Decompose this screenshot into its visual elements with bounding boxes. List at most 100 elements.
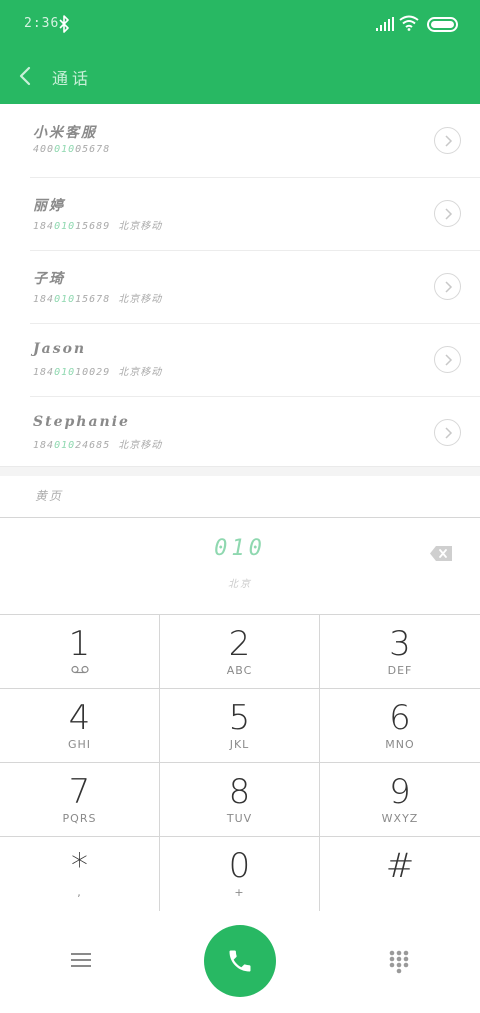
number-location: 北京移动 xyxy=(118,221,163,232)
contact-detail-button[interactable] xyxy=(434,419,461,446)
battery-icon xyxy=(427,17,458,32)
key-2[interactable]: 2 ABC xyxy=(160,615,320,689)
contact-row[interactable]: Jason 18401010029 北京移动 xyxy=(0,323,480,396)
yellow-pages-link[interactable]: 黄页 xyxy=(35,487,63,504)
key-letters: ABC xyxy=(226,664,253,677)
bluetooth-icon xyxy=(59,15,69,33)
number-prefix: 184 xyxy=(33,440,55,451)
key-star[interactable]: *, xyxy=(0,837,160,911)
dialpad: 1 2 ABC 3 DEF 4 GHI 5 JKL 6 MNO 7 PQRS 8 TUV 9 WXYZ *, 0 + # xyxy=(0,614,480,911)
key-digit: # xyxy=(385,846,415,886)
chevron-right-icon xyxy=(445,135,453,147)
contact-list: 小米客服 40001005678 丽婷 18401015689 北京移动 子琦 184010… xyxy=(0,104,480,469)
key-digit: 1 xyxy=(68,624,91,664)
contact-detail-button[interactable] xyxy=(434,127,461,154)
contact-name: Jason xyxy=(33,341,87,357)
section-gap xyxy=(0,466,480,476)
contact-number: 18401015689 北京移动 xyxy=(33,217,162,232)
divider xyxy=(0,517,480,518)
number-location: 北京移动 xyxy=(118,294,163,305)
key-8[interactable]: 8 TUV xyxy=(160,763,320,837)
number-suffix: 15689 xyxy=(75,221,111,232)
key-4[interactable]: 4 GHI xyxy=(0,689,160,763)
contact-name: 小米客服 xyxy=(33,125,97,141)
number-location: 北京移动 xyxy=(118,440,163,451)
key-digit: 8 xyxy=(228,772,251,812)
number-suffix: 15678 xyxy=(75,294,111,305)
key-letters: PQRS xyxy=(62,812,97,825)
contact-name: 丽婷 xyxy=(33,198,65,214)
voicemail-icon xyxy=(0,664,159,677)
key-digit: 6 xyxy=(389,698,411,738)
dialed-number: 010 xyxy=(214,536,266,561)
menu-icon[interactable] xyxy=(71,952,91,968)
key-letters: MNO xyxy=(385,738,415,751)
contact-number: 18401010029 北京移动 xyxy=(33,363,162,378)
key-6[interactable]: 6 MNO xyxy=(320,689,480,763)
back-icon[interactable] xyxy=(16,62,36,90)
key-5[interactable]: 5 JKL xyxy=(160,689,320,763)
backspace-icon[interactable] xyxy=(430,546,452,561)
chevron-right-icon xyxy=(445,281,453,293)
number-match: 010 xyxy=(54,144,76,155)
page-title: 通话 xyxy=(52,69,93,88)
key-9[interactable]: 9 WXYZ xyxy=(320,763,480,837)
number-location: 北京移动 xyxy=(118,367,163,378)
key-0[interactable]: 0 + xyxy=(160,837,320,911)
nav-bar: 通话 xyxy=(0,52,480,102)
key-digit: * xyxy=(71,846,88,886)
number-match: 010 xyxy=(54,367,76,378)
key-letters: TUV xyxy=(226,812,253,825)
number-match: 010 xyxy=(54,440,76,451)
status-bar: 2:36 xyxy=(0,0,480,50)
contact-row[interactable]: 子琦 18401015678 北京移动 xyxy=(0,250,480,323)
contact-number: 18401024685 北京移动 xyxy=(33,436,162,451)
number-suffix: 24685 xyxy=(75,440,111,451)
key-digit: 3 xyxy=(389,624,411,664)
number-suffix: 05678 xyxy=(75,144,111,155)
key-letters: GHI xyxy=(67,738,92,751)
contact-detail-button[interactable] xyxy=(434,200,461,227)
number-match: 010 xyxy=(54,221,76,232)
chevron-right-icon xyxy=(445,354,453,366)
contact-number: 40001005678 xyxy=(33,144,118,155)
contact-number: 18401015678 北京移动 xyxy=(33,290,162,305)
contact-row[interactable]: 丽婷 18401015689 北京移动 xyxy=(0,177,480,250)
number-suffix: 10029 xyxy=(75,367,111,378)
status-time: 2:36 xyxy=(24,16,60,31)
wifi-icon xyxy=(399,15,419,31)
key-letters: + xyxy=(234,886,245,899)
number-prefix: 184 xyxy=(33,367,55,378)
header: 2:36 通话 xyxy=(0,0,480,104)
dialed-location: 北京 xyxy=(228,579,252,590)
number-match: 010 xyxy=(54,294,76,305)
call-button[interactable] xyxy=(204,925,276,997)
signal-icon xyxy=(376,17,394,31)
contact-detail-button[interactable] xyxy=(434,273,461,300)
contact-row[interactable]: Stephanie 18401024685 北京移动 xyxy=(0,396,480,469)
number-prefix: 400 xyxy=(33,144,55,155)
key-letters: JKL xyxy=(229,738,250,751)
key-digit: 7 xyxy=(68,772,91,812)
key-1[interactable]: 1 xyxy=(0,615,160,689)
key-digit: 5 xyxy=(228,698,251,738)
key-letters: WXYZ xyxy=(381,812,419,825)
dialpad-icon[interactable] xyxy=(389,950,409,974)
contact-detail-button[interactable] xyxy=(434,346,461,373)
key-3[interactable]: 3 DEF xyxy=(320,615,480,689)
phone-icon xyxy=(229,950,251,972)
contact-name: 子琦 xyxy=(33,271,65,287)
bottom-bar xyxy=(0,910,480,1013)
number-prefix: 184 xyxy=(33,294,55,305)
number-prefix: 184 xyxy=(33,221,55,232)
key-digit: 4 xyxy=(68,698,91,738)
key-digit: 2 xyxy=(228,624,251,664)
key-letters: , xyxy=(77,886,82,899)
key-letters: DEF xyxy=(387,664,413,677)
chevron-right-icon xyxy=(445,427,453,439)
chevron-right-icon xyxy=(445,208,453,220)
key-hash[interactable]: # xyxy=(320,837,480,911)
key-7[interactable]: 7 PQRS xyxy=(0,763,160,837)
contact-name: Stephanie xyxy=(33,414,130,430)
contact-row[interactable]: 小米客服 40001005678 xyxy=(0,104,480,177)
